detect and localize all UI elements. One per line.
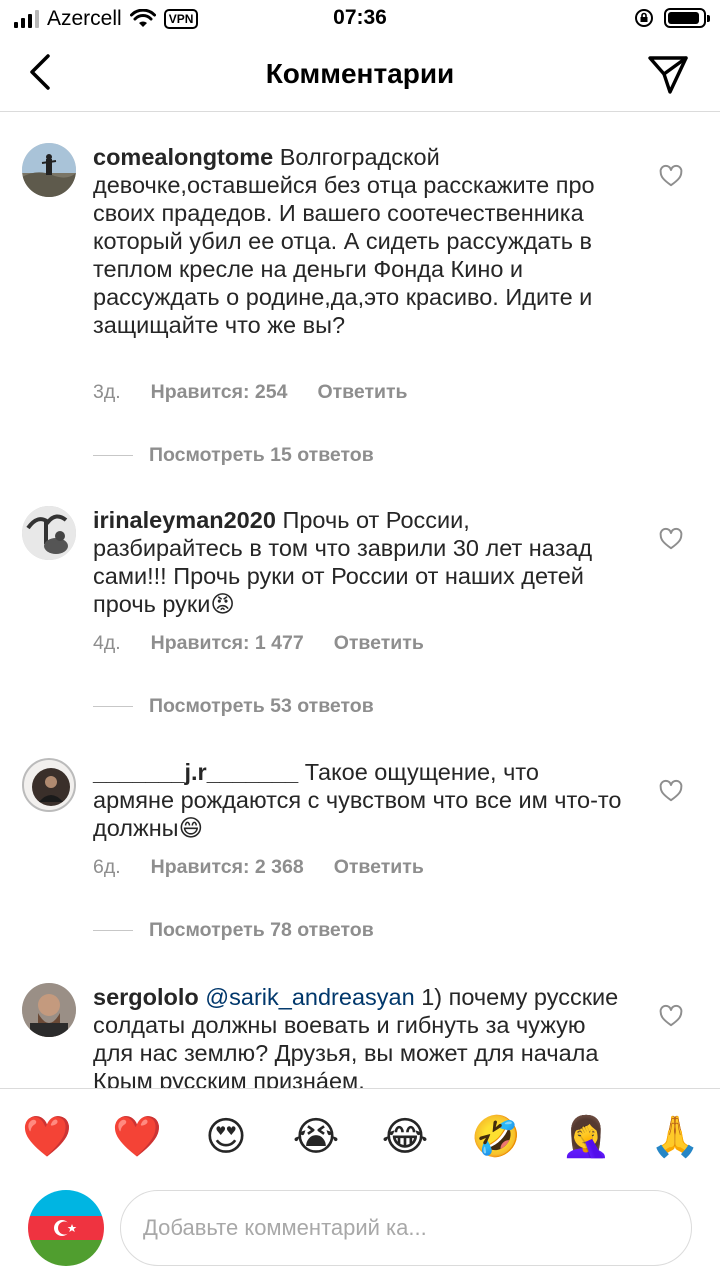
heart-outline-icon	[659, 1004, 683, 1027]
comment-username[interactable]: comealongtome	[93, 144, 273, 170]
page-title: Комментарии	[265, 58, 455, 89]
view-replies-button[interactable]: Посмотреть 78 ответов	[93, 919, 374, 942]
emoji-folded-hands[interactable]: 🙏	[650, 1113, 700, 1161]
orientation-lock-icon	[635, 9, 653, 27]
emoji-crying[interactable]: 😭	[292, 1113, 340, 1161]
header: Комментарии	[0, 38, 720, 112]
comments-list[interactable]: comealongtome Волгоградской девочке,оста…	[0, 113, 720, 1088]
comment-username[interactable]: _______j.r_______	[93, 759, 298, 785]
like-button[interactable]	[658, 778, 684, 804]
heart-outline-icon	[659, 527, 683, 550]
heart-outline-icon	[659, 164, 683, 187]
comment-username[interactable]: irinaleyman2020	[93, 507, 276, 533]
view-replies-button[interactable]: Посмотреть 15 ответов	[93, 444, 374, 467]
status-time: 07:36	[333, 6, 387, 29]
like-button[interactable]	[658, 1003, 684, 1029]
emoji-heart-eyes[interactable]: 😍	[202, 1113, 250, 1161]
avatar[interactable]	[28, 1190, 104, 1266]
comment-input[interactable]	[120, 1190, 692, 1266]
comment-likes[interactable]: Нравится: 2 368	[151, 856, 304, 879]
comment-mention[interactable]: @sarik_andreasyan	[205, 984, 414, 1010]
comment-body: Волгоградской девочке,оставшейся без отц…	[93, 144, 595, 338]
comment-age: 3д.	[93, 381, 121, 403]
like-button[interactable]	[658, 163, 684, 189]
emoji-reaction-bar: ❤️ ❤️ 😍 😭 😂 🤣 🤦‍♀️ 🙏	[0, 1088, 720, 1184]
emoji-rofl[interactable]: 🤣	[471, 1113, 521, 1161]
emoji-tears-of-joy[interactable]: 😂	[381, 1113, 429, 1161]
reply-button[interactable]: Ответить	[334, 856, 424, 879]
reply-button[interactable]: Ответить	[317, 381, 407, 404]
emoji-red-heart[interactable]: ❤️	[22, 1113, 72, 1161]
share-button[interactable]	[646, 52, 690, 96]
emoji-red-heart[interactable]: ❤️	[112, 1113, 162, 1161]
azerbaijan-flag-icon	[28, 1190, 104, 1266]
comment-username[interactable]: sergololo	[93, 984, 199, 1010]
comment-age: 4д.	[93, 632, 121, 654]
avatar[interactable]	[22, 506, 76, 560]
comment-likes[interactable]: Нравится: 254	[151, 381, 288, 404]
battery-icon	[664, 8, 710, 28]
avatar[interactable]	[22, 758, 76, 812]
emoji-facepalm[interactable]: 🤦‍♀️	[561, 1113, 611, 1161]
avatar[interactable]	[22, 983, 76, 1037]
like-button[interactable]	[658, 526, 684, 552]
status-bar: Azercell VPN 07:36	[0, 0, 720, 38]
comment-age: 6д.	[93, 856, 121, 878]
comment-likes[interactable]: Нравится: 1 477	[151, 632, 304, 655]
paper-plane-icon	[648, 56, 688, 94]
reply-button[interactable]: Ответить	[334, 632, 424, 655]
comment-composer	[0, 1184, 720, 1280]
avatar[interactable]	[22, 143, 76, 197]
heart-outline-icon	[659, 779, 683, 802]
view-replies-button[interactable]: Посмотреть 53 ответов	[93, 695, 374, 718]
